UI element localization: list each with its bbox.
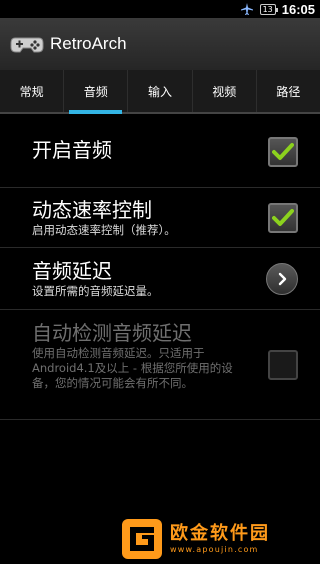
setting-enable-audio[interactable]: 开启音频	[0, 116, 320, 188]
clock: 16:05	[281, 1, 315, 17]
chevron-right-icon	[278, 272, 287, 285]
airplane-icon	[240, 2, 254, 16]
tab-label: 输入	[148, 84, 173, 99]
app-title: RetroArch	[50, 34, 127, 53]
watermark-text: 欧金软件园	[170, 523, 270, 544]
setting-title: 开启音频	[32, 138, 112, 162]
setting-title: 动态速率控制	[32, 198, 152, 222]
audio-latency-button[interactable]	[266, 262, 298, 295]
tab-label: 常规	[19, 84, 44, 99]
status-bar: 13 16:05	[0, 0, 320, 18]
setting-audio-latency[interactable]: 音频延迟 设置所需的音频延迟量。	[0, 248, 320, 310]
tab-label: 路径	[276, 84, 301, 99]
enable-audio-checkbox[interactable]	[268, 136, 298, 167]
checkmark-icon	[272, 208, 294, 226]
dynamic-rate-checkbox[interactable]	[268, 202, 298, 233]
tab-label: 视频	[212, 84, 237, 99]
settings-list: 开启音频 动态速率控制 启用动态速率控制（推荐）。 音频延迟 设置所需的音频延迟…	[0, 116, 320, 420]
tab-input[interactable]: 输入	[128, 70, 193, 112]
setting-summary: 设置所需的音频延迟量。	[32, 284, 159, 298]
setting-summary: 启用动态速率控制（推荐）。	[32, 223, 176, 237]
setting-title: 音频延迟	[32, 259, 112, 283]
action-bar: RetroArch	[0, 18, 320, 70]
setting-dynamic-rate[interactable]: 动态速率控制 启用动态速率控制（推荐）。	[0, 188, 320, 248]
battery-icon: 13	[259, 3, 278, 15]
setting-title: 自动检测音频延迟	[32, 321, 192, 345]
tab-video[interactable]: 视频	[193, 70, 257, 112]
watermark-url: www.apoujin.com	[170, 545, 259, 554]
tab-paths[interactable]: 路径	[257, 70, 320, 112]
watermark-logo-icon	[122, 519, 162, 559]
setting-auto-detect-latency: 自动检测音频延迟 使用自动检测音频延迟。只适用于Android4.1及以上 - …	[0, 310, 320, 420]
tab-audio[interactable]: 音频	[64, 70, 129, 114]
watermark: 欧金软件园 www.apoujin.com	[120, 514, 320, 564]
checkmark-icon	[272, 142, 294, 160]
auto-detect-latency-checkbox	[268, 349, 298, 380]
tab-general[interactable]: 常规	[0, 70, 65, 112]
tab-label: 音频	[83, 84, 108, 99]
setting-summary: 使用自动检测音频延迟。只适用于Android4.1及以上 - 根据您所使用的设备…	[32, 346, 233, 390]
gamepad-icon[interactable]	[10, 34, 44, 54]
tab-bar: 常规 音频 输入 视频 路径	[0, 70, 320, 114]
